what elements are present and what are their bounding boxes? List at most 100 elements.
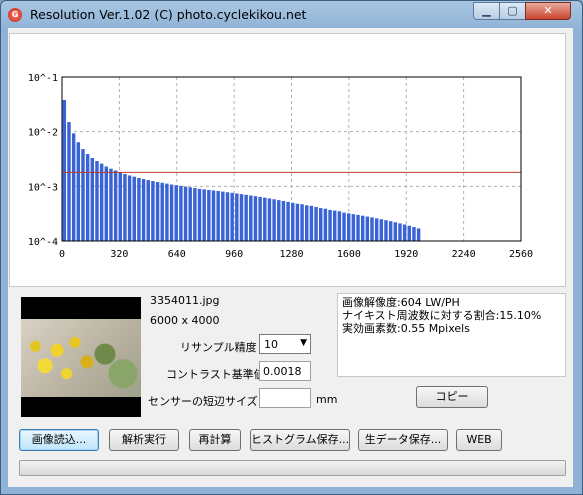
histogram-bar bbox=[239, 194, 244, 241]
resample-value: 10 bbox=[264, 338, 278, 351]
histogram-bar bbox=[398, 223, 402, 241]
histogram-bar bbox=[332, 210, 337, 241]
histogram-bar bbox=[99, 163, 104, 241]
histogram-bar bbox=[183, 186, 188, 241]
histogram-bar bbox=[188, 187, 192, 241]
sensor-label: センサーの短辺サイズ bbox=[148, 395, 258, 408]
load-image-button[interactable]: 画像読込... bbox=[19, 429, 99, 451]
histogram-bar bbox=[337, 211, 342, 241]
histogram-bar bbox=[197, 188, 202, 241]
histogram-bar bbox=[244, 194, 248, 241]
title-bar[interactable]: G Resolution Ver.1.02 (C) photo.cyclekik… bbox=[1, 1, 582, 29]
y-tick-label: 10^-4 bbox=[28, 237, 58, 248]
histogram-bar bbox=[202, 189, 206, 241]
histogram-bar bbox=[71, 133, 76, 241]
histogram-bar bbox=[277, 200, 281, 241]
histogram-bar bbox=[127, 175, 132, 241]
histogram-bar bbox=[160, 182, 164, 241]
histogram-bar bbox=[155, 182, 160, 241]
y-tick-label: 10^-2 bbox=[28, 128, 58, 139]
histogram-bar bbox=[211, 190, 216, 241]
resample-label: リサンプル精度 bbox=[180, 341, 257, 354]
histogram-bar bbox=[146, 180, 150, 241]
analyze-button[interactable]: 解析実行 bbox=[109, 429, 179, 451]
histogram-bar bbox=[402, 224, 407, 241]
y-tick-label: 10^-3 bbox=[28, 182, 58, 193]
histogram-bar bbox=[118, 172, 123, 241]
contrast-label: コントラスト基準値 bbox=[166, 368, 265, 381]
histogram-bar bbox=[384, 220, 388, 241]
copy-button[interactable]: コピー bbox=[416, 386, 488, 408]
histogram-bar bbox=[165, 183, 169, 241]
histogram-bar bbox=[393, 222, 398, 241]
close-icon: ✕ bbox=[543, 4, 553, 17]
image-thumbnail bbox=[21, 297, 141, 417]
histogram-bar bbox=[346, 213, 351, 241]
chevron-down-icon: ▼ bbox=[300, 338, 307, 348]
save-raw-data-button[interactable]: 生データ保存... bbox=[358, 429, 448, 451]
histogram-bar bbox=[141, 179, 146, 241]
histogram-bar bbox=[104, 166, 109, 241]
minimize-button[interactable]: ▁ bbox=[473, 2, 500, 20]
histogram-bar bbox=[109, 168, 113, 241]
histogram-bar bbox=[300, 204, 304, 241]
close-button[interactable]: ✕ bbox=[525, 2, 571, 20]
result-nyquist-ratio: ナイキスト周波数に対する割合:15.10% bbox=[342, 309, 542, 322]
app-icon[interactable]: G bbox=[8, 8, 22, 22]
x-tick-label: 1280 bbox=[279, 249, 303, 260]
histogram-bar bbox=[123, 174, 127, 241]
histogram-bar bbox=[388, 221, 393, 241]
result-resolution: 画像解像度:604 LW/PH bbox=[342, 296, 460, 309]
histogram-bar bbox=[291, 202, 295, 241]
maximize-icon: ▢ bbox=[507, 4, 518, 17]
histogram-bar bbox=[113, 170, 118, 241]
histogram-bar bbox=[225, 192, 230, 241]
histogram-bar bbox=[314, 206, 318, 241]
histogram-bar bbox=[174, 185, 178, 241]
histogram-bar bbox=[323, 208, 328, 241]
resample-select[interactable]: 10 ▼ bbox=[259, 334, 311, 354]
web-button[interactable]: WEB bbox=[456, 429, 502, 451]
histogram-bar bbox=[62, 99, 67, 241]
x-tick-label: 320 bbox=[110, 249, 128, 260]
histogram-bar bbox=[95, 161, 99, 241]
histogram-bar bbox=[374, 218, 379, 241]
x-tick-label: 0 bbox=[59, 249, 65, 260]
save-histogram-button[interactable]: ヒストグラム保存... bbox=[250, 429, 350, 451]
histogram-bar bbox=[216, 191, 220, 241]
histogram-bar bbox=[281, 200, 286, 241]
histogram-bar bbox=[169, 184, 174, 241]
histogram-bar bbox=[309, 205, 314, 241]
recalculate-button[interactable]: 再計算 bbox=[189, 429, 241, 451]
histogram-bar bbox=[342, 212, 346, 241]
histogram-bar bbox=[132, 176, 136, 241]
histogram-bar bbox=[263, 197, 267, 241]
contrast-input[interactable]: 0.0018 bbox=[259, 361, 311, 381]
histogram-bar bbox=[379, 219, 384, 241]
histogram-bar bbox=[235, 193, 239, 241]
histogram-bar bbox=[253, 196, 258, 241]
maximize-button[interactable]: ▢ bbox=[499, 2, 526, 20]
y-tick-label: 10^-1 bbox=[28, 73, 58, 84]
histogram-bar bbox=[221, 191, 225, 241]
x-tick-label: 2240 bbox=[452, 249, 476, 260]
histogram-bar bbox=[351, 214, 356, 241]
histogram-bar bbox=[370, 217, 374, 241]
histogram-bar bbox=[207, 189, 211, 241]
x-tick-label: 2560 bbox=[509, 249, 533, 260]
window-title: Resolution Ver.1.02 (C) photo.cyclekikou… bbox=[30, 7, 307, 22]
histogram-bar bbox=[267, 198, 272, 241]
histogram-bar bbox=[90, 157, 95, 241]
x-tick-label: 1920 bbox=[394, 249, 418, 260]
histogram-bar bbox=[193, 188, 197, 241]
histogram-bar bbox=[365, 216, 370, 241]
histogram-chart: 10^-1 10^-2 10^-3 10^-40 320 640 960 1280 1600 19… bbox=[28, 73, 533, 260]
histogram-bar bbox=[258, 196, 262, 241]
sensor-size-input[interactable] bbox=[259, 388, 311, 408]
histogram-bar bbox=[412, 227, 416, 241]
histogram-bar bbox=[67, 122, 71, 241]
histogram-bar bbox=[360, 215, 365, 241]
histogram-bar bbox=[249, 195, 253, 241]
minimize-icon: ▁ bbox=[482, 4, 491, 17]
histogram-bar bbox=[151, 181, 155, 241]
